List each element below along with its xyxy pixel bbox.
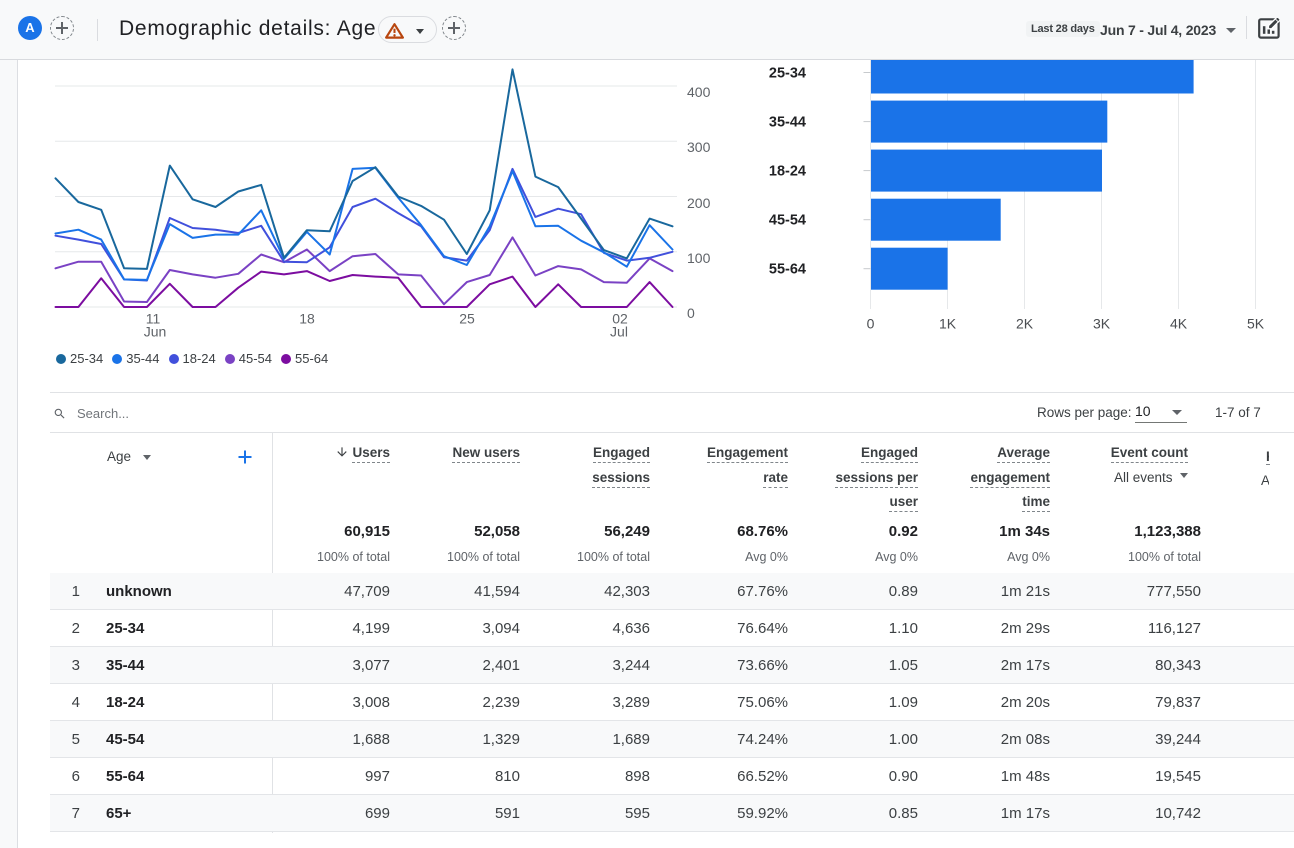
svg-text:25: 25 bbox=[459, 311, 475, 327]
svg-text:Jul: Jul bbox=[610, 324, 628, 340]
svg-text:3K: 3K bbox=[1093, 316, 1111, 332]
svg-text:200: 200 bbox=[687, 195, 711, 211]
svg-text:Jun: Jun bbox=[144, 324, 167, 340]
svg-text:0: 0 bbox=[867, 316, 875, 332]
svg-text:4K: 4K bbox=[1170, 316, 1188, 332]
svg-text:35-44: 35-44 bbox=[769, 115, 806, 131]
svg-text:400: 400 bbox=[687, 84, 711, 100]
svg-text:18: 18 bbox=[299, 311, 315, 327]
svg-text:0: 0 bbox=[687, 305, 695, 321]
svg-text:5K: 5K bbox=[1247, 316, 1265, 332]
svg-text:45-54: 45-54 bbox=[769, 213, 806, 229]
svg-text:25-34: 25-34 bbox=[769, 66, 806, 82]
svg-text:100: 100 bbox=[687, 250, 711, 266]
svg-text:300: 300 bbox=[687, 139, 711, 155]
svg-text:18-24: 18-24 bbox=[769, 164, 806, 180]
svg-text:2K: 2K bbox=[1016, 316, 1034, 332]
svg-text:55-64: 55-64 bbox=[769, 262, 806, 278]
svg-text:1K: 1K bbox=[939, 316, 957, 332]
